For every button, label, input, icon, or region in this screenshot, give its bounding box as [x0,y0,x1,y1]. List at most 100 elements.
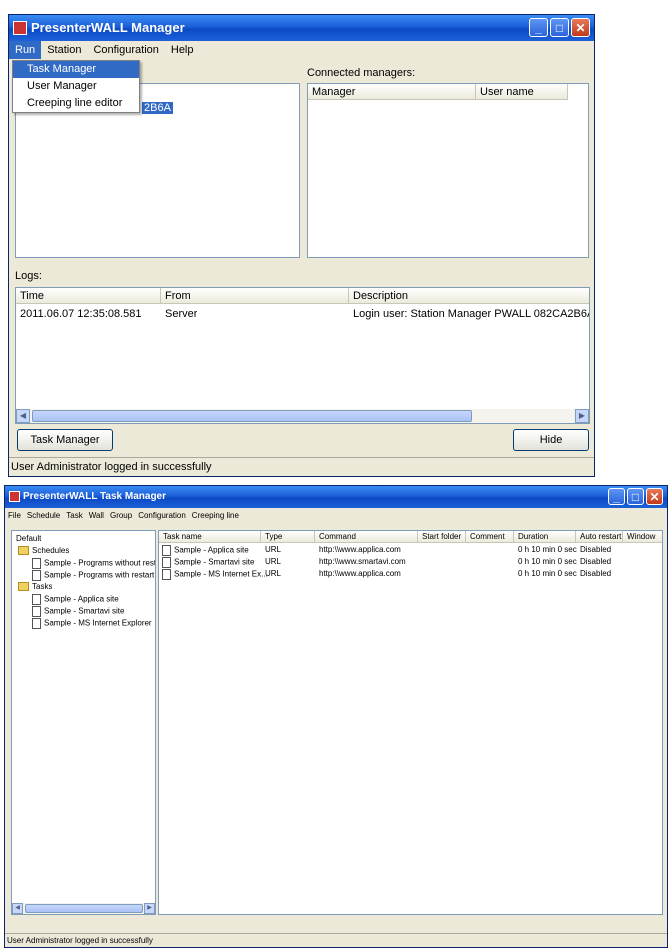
close-icon[interactable]: ✕ [571,18,590,37]
row-duration: 0 h 10 min 0 sec [518,569,577,578]
title-bar[interactable]: PresenterWALL Task Manager _ □ ✕ [5,486,667,508]
col-description[interactable]: Description [349,288,589,304]
menu-run[interactable]: Run [9,41,42,59]
menu-item-user-manager[interactable]: User Manager [13,78,139,95]
menu-bar: File Schedule Task Wall Group Configuration Cr… [5,508,667,524]
tree-tasks[interactable]: Tasks [18,582,52,592]
row-duration: 0 h 10 min 0 sec [518,557,577,566]
menu-help[interactable]: Help [165,41,200,59]
task-icon [162,569,171,580]
menu-schedule[interactable]: Schedule [24,508,63,523]
minimize-icon[interactable]: _ [608,488,625,505]
station-item-selected[interactable]: 2B6A [142,102,173,114]
menu-station[interactable]: Station [41,41,87,59]
hide-button[interactable]: Hide [513,429,589,451]
schedule-icon [32,570,41,581]
tree-schedule-item[interactable]: Sample - Programs with restart [32,570,154,581]
tree-task-item[interactable]: Sample - Smartavi site [32,606,124,617]
scroll-left-icon[interactable]: ◀ [16,409,30,423]
row-task-name: Sample - Applica site [162,545,249,556]
col-window[interactable]: Window [623,531,662,543]
logs-list[interactable]: Time From Description 2011.06.07 12:35:0… [15,287,590,424]
table-row[interactable]: Sample - Applica site URL http:\\www.app… [159,545,662,557]
scroll-thumb[interactable] [25,904,143,913]
title-bar[interactable]: PresenterWALL Manager _ □ ✕ [9,15,594,41]
window-title: PresenterWALL Manager [31,20,185,35]
connected-managers-label: Connected managers: [307,67,416,79]
connected-managers-list[interactable]: Manager User name [307,83,589,258]
task-icon [162,557,171,568]
col-manager[interactable]: Manager [308,84,476,100]
scroll-right-icon[interactable]: ▶ [144,903,155,914]
status-bar: User Administrator logged in successfull… [5,933,667,947]
tree-task-item[interactable]: Sample - MS Internet Explorer [32,618,152,629]
col-auto-restart[interactable]: Auto restart [576,531,623,543]
log-from: Server [165,308,198,320]
row-task-name: Sample - Smartavi site [162,557,254,568]
row-type: URL [265,569,282,578]
row-auto-restart: Disabled [580,557,612,566]
task-icon [32,606,41,617]
task-list[interactable]: Task name Type Command Start folder Comm… [158,530,663,915]
menu-bar: Run Station Configuration Help [9,41,594,61]
col-from[interactable]: From [161,288,349,304]
col-duration[interactable]: Duration [514,531,576,543]
folder-icon [18,582,29,592]
run-menu-dropdown: Task Manager User Manager Creeping line … [12,60,140,113]
col-start-folder[interactable]: Start folder [418,531,466,543]
row-auto-restart: Disabled [580,569,612,578]
schedule-icon [32,558,41,569]
col-command[interactable]: Command [315,531,418,543]
close-icon[interactable]: ✕ [646,488,663,505]
menu-group[interactable]: Group [107,508,135,523]
menu-wall[interactable]: Wall [86,508,107,523]
tree-schedule-item[interactable]: Sample - Programs without restart [32,558,155,569]
tree-horizontal-scrollbar[interactable]: ◀ ▶ [12,903,155,914]
scroll-left-icon[interactable]: ◀ [12,903,23,914]
menu-item-creeping-line-editor[interactable]: Creeping line editor [13,95,139,112]
folder-icon [18,546,29,556]
row-task-name: Sample - MS Internet Ex... [162,569,268,580]
maximize-icon[interactable]: □ [627,488,644,505]
tree-schedules[interactable]: Schedules [18,546,69,556]
status-bar: User Administrator logged in successfull… [9,457,594,476]
task-icon [32,594,41,605]
col-comment[interactable]: Comment [466,531,514,543]
col-task-name[interactable]: Task name [159,531,261,543]
menu-item-task-manager[interactable]: Task Manager [13,61,139,78]
col-user-name[interactable]: User name [476,84,568,100]
row-type: URL [265,557,282,566]
task-icon [32,618,41,629]
task-tree-panel[interactable]: Default Schedules Sample - Programs with… [11,530,156,915]
log-description: Login user: Station Manager PWALL 082CA2… [353,308,589,320]
table-row[interactable]: Sample - MS Internet Ex... URL http:\\ww… [159,569,662,581]
task-manager-window: PresenterWALL Task Manager _ □ ✕ File Sch… [4,485,668,948]
table-row[interactable]: Sample - Smartavi site URL http:\\www.sm… [159,557,662,569]
task-icon [162,545,171,556]
col-time[interactable]: Time [16,288,161,304]
maximize-icon[interactable]: □ [550,18,569,37]
col-type[interactable]: Type [261,531,315,543]
minimize-icon[interactable]: _ [529,18,548,37]
menu-file[interactable]: File [5,508,24,523]
app-icon [9,491,20,502]
app-icon [13,21,27,35]
menu-creeping-line[interactable]: Creeping line [189,508,242,523]
row-duration: 0 h 10 min 0 sec [518,545,577,554]
logs-horizontal-scrollbar[interactable]: ◀ ▶ [16,409,589,423]
tree-task-item[interactable]: Sample - Applica site [32,594,119,605]
row-auto-restart: Disabled [580,545,612,554]
menu-task[interactable]: Task [63,508,85,523]
logs-label: Logs: [15,270,42,282]
scroll-right-icon[interactable]: ▶ [575,409,589,423]
scroll-thumb[interactable] [32,410,472,422]
task-manager-button[interactable]: Task Manager [17,429,113,451]
log-time: 2011.06.07 12:35:08.581 [20,308,142,320]
menu-configuration[interactable]: Configuration [87,41,164,59]
window-title: PresenterWALL Task Manager [23,491,167,502]
row-command: http:\\www.applica.com [319,545,401,554]
row-command: http:\\www.smartavi.com [319,557,406,566]
row-type: URL [265,545,282,554]
menu-configuration[interactable]: Configuration [135,508,189,523]
tree-root[interactable]: Default [16,534,41,543]
